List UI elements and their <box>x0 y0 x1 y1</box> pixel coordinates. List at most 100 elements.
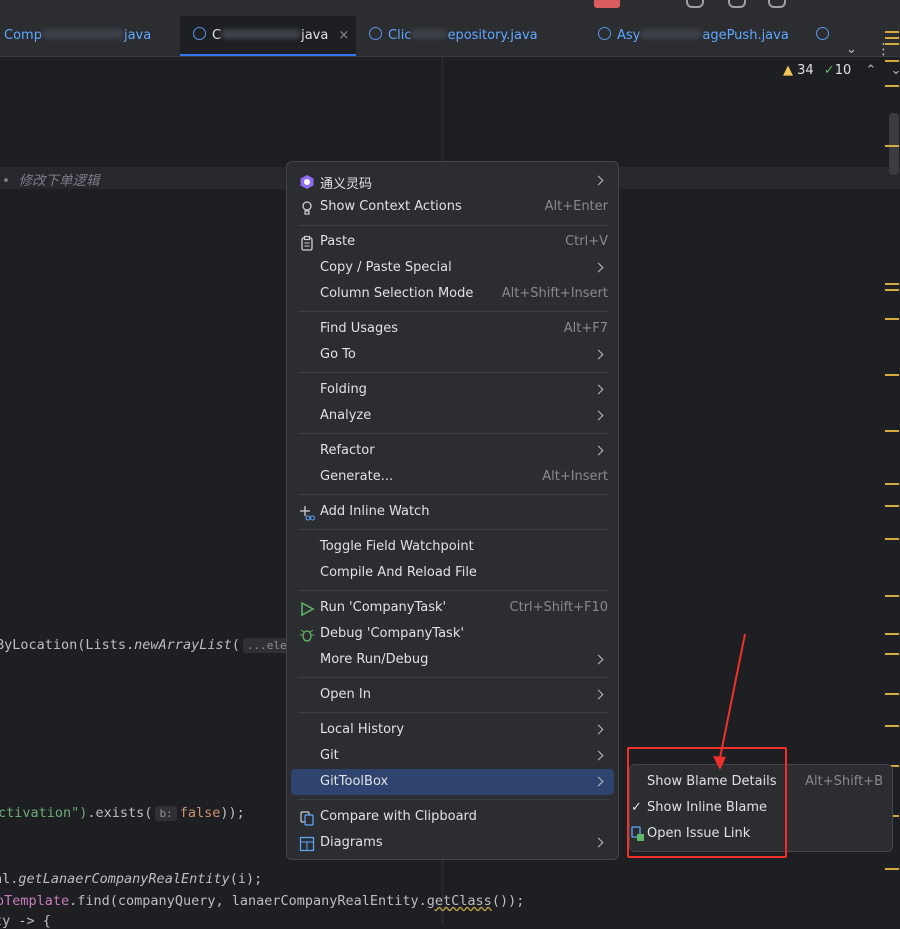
menu-item-compile-reload[interactable]: Compile And Reload File <box>291 560 614 586</box>
error-stripe-marker[interactable] <box>885 283 899 285</box>
menu-item-column-selection-mode[interactable]: Column Selection Mode Alt+Shift+Insert <box>291 281 614 307</box>
code-method: newArrayList <box>134 637 232 653</box>
code-keyword: false <box>179 805 221 821</box>
annotation-highlight-box <box>627 747 787 858</box>
error-stripe-marker[interactable] <box>885 31 899 33</box>
error-stripe-marker[interactable] <box>885 653 899 655</box>
code-string: ctivation") <box>0 805 88 821</box>
code-text: ( <box>231 637 240 653</box>
menu-separator <box>298 677 609 678</box>
menu-item-debug[interactable]: Debug 'CompanyTask' <box>291 621 614 647</box>
warning-count: 34 <box>797 63 814 78</box>
menu-item-label: Compare with Clipboard <box>320 809 477 824</box>
menu-item-label: Refactor <box>320 443 375 458</box>
comment-bullet: • <box>2 173 10 189</box>
tab-active[interactable]: Cjava × <box>180 16 356 56</box>
error-stripe-marker[interactable] <box>885 725 899 727</box>
error-stripe-marker[interactable] <box>885 538 899 540</box>
menu-item-add-inline-watch[interactable]: Add Inline Watch <box>291 499 614 525</box>
code-text: .exists( <box>87 805 153 821</box>
error-stripe-marker[interactable] <box>885 318 899 320</box>
error-stripe-marker[interactable] <box>885 289 899 291</box>
scrollbar-thumb[interactable] <box>889 113 899 175</box>
menu-item-label: Diagrams <box>320 835 383 850</box>
menu-item-paste[interactable]: Paste Ctrl+V <box>291 229 614 255</box>
menu-item-show-context-actions[interactable]: Show Context Actions Alt+Enter <box>291 194 614 220</box>
menu-item-shortcut: Alt+Insert <box>542 469 608 484</box>
close-icon[interactable]: × <box>338 28 349 43</box>
error-stripe-marker[interactable] <box>885 693 899 695</box>
error-stripe-marker[interactable] <box>885 868 899 870</box>
compare-icon <box>300 811 314 826</box>
menu-item-more-run-debug[interactable]: More Run/Debug <box>291 647 614 673</box>
code-field: oTemplate <box>0 893 70 909</box>
prev-highlight-button[interactable]: ⌃ <box>865 63 876 78</box>
tab-label-suffix: java <box>301 28 329 43</box>
menu-item-label: Copy / Paste Special <box>320 260 452 275</box>
chevron-down-icon[interactable]: ⌄ <box>846 42 857 57</box>
menu-item-shortcut: Alt+Enter <box>544 199 608 214</box>
settings-icon[interactable] <box>768 0 786 8</box>
code-line-comment: • 修改下单逻辑 <box>2 169 100 189</box>
chevron-right-icon <box>593 837 604 848</box>
tab-label-prefix: Clic <box>388 28 412 43</box>
menu-item-git[interactable]: Git <box>291 743 614 769</box>
menu-item-label: Git <box>320 748 339 763</box>
code-line-activation: ctivation").exists(b: false)); <box>0 805 245 821</box>
search-icon[interactable] <box>728 0 746 8</box>
context-menu: 通义灵码 Show Context Actions Alt+Enter Past… <box>286 161 619 860</box>
menu-separator <box>298 311 609 312</box>
error-stripe-marker[interactable] <box>885 60 899 62</box>
tab-async-push[interactable]: Asy agePush.java <box>598 16 810 56</box>
error-stripe-marker[interactable] <box>885 430 899 432</box>
menu-item-run[interactable]: Run 'CompanyTask' Ctrl+Shift+F10 <box>291 595 614 621</box>
menu-separator <box>298 799 609 800</box>
menu-item-toggle-field-watchpoint[interactable]: Toggle Field Watchpoint <box>291 534 614 560</box>
menu-item-refactor[interactable]: Refactor <box>291 438 614 464</box>
menu-item-diagrams[interactable]: Diagrams <box>291 830 614 856</box>
menu-item-gittoolbox[interactable]: GitToolBox <box>291 769 614 795</box>
notification-badge[interactable] <box>594 0 620 8</box>
tab-click-repository[interactable]: Clic epository.java <box>369 16 591 56</box>
chevron-right-icon <box>593 445 604 456</box>
menu-item-open-in[interactable]: Open In <box>291 682 614 708</box>
debug-icon <box>300 629 314 642</box>
error-stripe-marker[interactable] <box>885 145 899 147</box>
code-method: getClass <box>426 893 492 909</box>
menu-item-tongyi[interactable]: 通义灵码 <box>291 168 614 194</box>
menu-separator <box>298 494 609 495</box>
error-stripe-marker[interactable] <box>885 374 899 376</box>
menu-item-local-history[interactable]: Local History <box>291 717 614 743</box>
error-stripe-marker[interactable] <box>885 43 899 45</box>
menu-item-label: More Run/Debug <box>320 652 429 667</box>
next-highlight-button[interactable]: ⌄ <box>890 63 900 78</box>
tab-overflow[interactable] <box>816 16 836 56</box>
toolbar-icon[interactable] <box>686 0 704 8</box>
menu-item-label: Compile And Reload File <box>320 565 477 580</box>
menu-separator <box>298 712 609 713</box>
diagram-icon <box>299 836 315 852</box>
menu-item-label: Run 'CompanyTask' <box>320 600 447 615</box>
menu-item-copy-paste-special[interactable]: Copy / Paste Special <box>291 255 614 281</box>
chevron-right-icon <box>593 724 604 735</box>
menu-item-analyze[interactable]: Analyze <box>291 403 614 429</box>
menu-item-generate[interactable]: Generate... Alt+Insert <box>291 464 614 490</box>
menu-item-compare-with-clipboard[interactable]: Compare with Clipboard <box>291 804 614 830</box>
tab-company[interactable]: Comp java <box>0 16 174 56</box>
error-stripe-marker[interactable] <box>885 595 899 597</box>
menu-item-find-usages[interactable]: Find Usages Alt+F7 <box>291 316 614 342</box>
error-stripe-marker[interactable] <box>885 37 899 39</box>
inspection-widget[interactable]: ▲ 34 ✓10 ⌃ ⌄ <box>783 63 900 78</box>
error-stripe-marker[interactable] <box>885 85 899 87</box>
menu-item-go-to[interactable]: Go To <box>291 342 614 368</box>
error-stripe-marker[interactable] <box>885 483 899 485</box>
code-line-real-entity: al.getLanaerCompanyRealEntity(i); <box>0 871 262 887</box>
error-stripe-marker[interactable] <box>885 633 899 635</box>
code-text: ByLocation(Lists. <box>0 637 135 653</box>
menu-separator <box>298 225 609 226</box>
run-icon <box>301 601 315 617</box>
chevron-right-icon <box>593 654 604 665</box>
menu-item-folding[interactable]: Folding <box>291 377 614 403</box>
error-stripe-marker[interactable] <box>885 505 899 507</box>
tab-label-prefix: C <box>212 28 222 43</box>
